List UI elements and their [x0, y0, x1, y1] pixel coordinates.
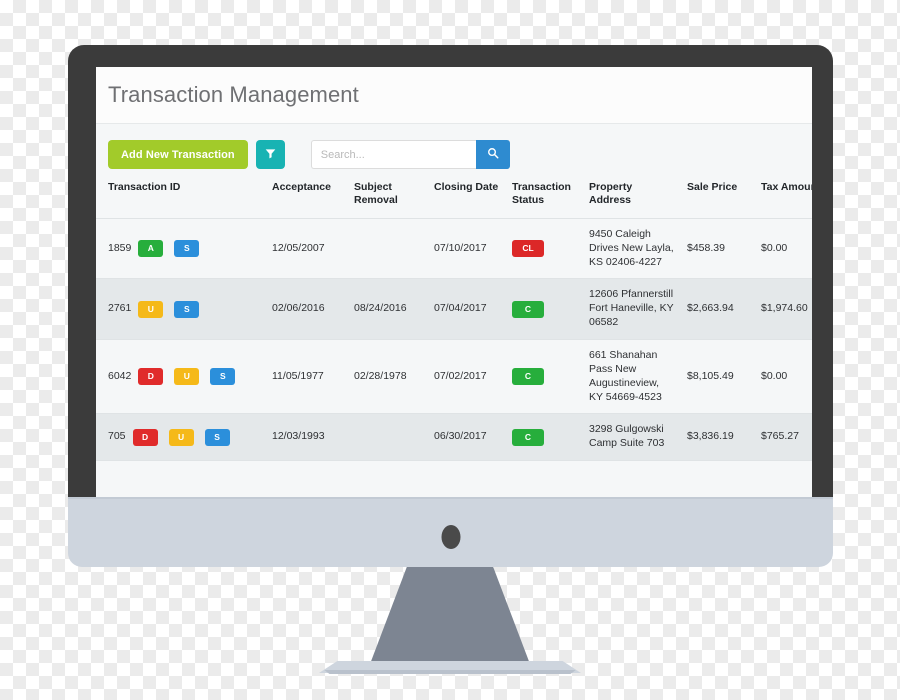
transaction-status-badge: CL	[512, 240, 544, 258]
transaction-id-value: 705	[108, 430, 126, 443]
cell-transaction-status: CL	[506, 218, 583, 280]
transaction-id-group: 705 D U S	[108, 428, 260, 446]
column-header-transaction-id[interactable]: Transaction ID	[96, 179, 266, 219]
transaction-id-group: 1859 A S	[108, 240, 260, 258]
monitor-stand-base-shadow	[324, 670, 576, 674]
monitor-chin	[68, 497, 833, 567]
transaction-status-badge: C	[512, 300, 544, 318]
cell-transaction-id: 705 D U S	[96, 413, 266, 462]
monitor-bezel: Transaction Management Add New Transacti…	[68, 45, 833, 497]
monitor-stand-neck	[370, 567, 530, 664]
transaction-id-group: 2761 U S	[108, 300, 260, 318]
cell-transaction-status: C	[506, 278, 583, 341]
status-badge: D	[138, 368, 164, 386]
table-body: 1859 A S 12/05/2007 07/10/2017 CL 9450 Caleigh…	[96, 218, 812, 462]
cell-subject-removal	[348, 413, 428, 462]
toolbar: Add New Transaction	[96, 124, 812, 179]
cell-transaction-id: 1859 A S	[96, 218, 266, 280]
column-header-sale-price[interactable]: Sale Price	[681, 179, 755, 219]
status-badge: U	[168, 428, 194, 446]
cell-closing-date: 07/04/2017	[428, 278, 506, 341]
cell-sale-price: $8,105.49	[681, 339, 755, 415]
cell-transaction-id: 6042 D U S	[96, 339, 266, 415]
column-header-acceptance[interactable]: Acceptance	[266, 179, 348, 219]
cell-tax-amount: $1,974.60	[755, 278, 812, 341]
cell-acceptance: 12/05/2007	[266, 218, 348, 280]
transaction-id-value: 2761	[108, 302, 132, 315]
table-row[interactable]: 2761 U S 02/06/2016 08/24/2016 07/04/2017 C 126…	[96, 278, 812, 341]
screen: Transaction Management Add New Transacti…	[96, 67, 812, 497]
table-head: Transaction ID Acceptance Subject Remova…	[96, 179, 812, 219]
cell-transaction-id: 2761 U S	[96, 278, 266, 341]
cell-transaction-status: C	[506, 413, 583, 462]
status-badge: S	[174, 300, 200, 318]
cell-transaction-status: C	[506, 339, 583, 415]
transaction-id-group: 6042 D U S	[108, 368, 260, 386]
transaction-id-value: 1859	[108, 241, 132, 254]
transaction-id-value: 6042	[108, 369, 132, 382]
cell-subject-removal: 08/24/2016	[348, 278, 428, 341]
search-input[interactable]	[310, 140, 476, 169]
cell-sale-price: $458.39	[681, 218, 755, 280]
cell-closing-date: 06/30/2017	[428, 413, 506, 462]
search-button[interactable]	[475, 140, 510, 169]
cell-tax-amount: $0.00	[755, 339, 812, 415]
transaction-status-badge: C	[512, 368, 544, 386]
cell-acceptance: 12/03/1993	[266, 413, 348, 462]
column-header-transaction-status[interactable]: Transaction Status	[506, 179, 583, 219]
table-header-row: Transaction ID Acceptance Subject Remova…	[96, 179, 812, 219]
filter-button[interactable]	[255, 140, 285, 169]
chin-highlight	[68, 497, 833, 499]
column-header-tax-amount[interactable]: Tax Amount	[755, 179, 812, 219]
brand-logo-icon	[441, 525, 460, 549]
page-title: Transaction Management	[108, 82, 359, 107]
search-group	[310, 140, 510, 169]
column-header-property-address[interactable]: Property Address	[583, 179, 681, 219]
column-header-closing-date[interactable]: Closing Date	[428, 179, 506, 219]
status-badge: S	[210, 368, 236, 386]
cell-sale-price: $2,663.94	[681, 278, 755, 341]
transactions-table: Transaction ID Acceptance Subject Remova…	[96, 179, 812, 462]
cell-subject-removal: 02/28/1978	[348, 339, 428, 415]
filter-icon	[265, 146, 276, 164]
status-badge: D	[132, 428, 158, 446]
cell-property-address: 9450 Caleigh Drives New Layla, KS 02406-…	[583, 218, 681, 280]
cell-property-address: 12606 Pfannerstill Fort Haneville, KY 06…	[583, 278, 681, 341]
app-header: Transaction Management	[96, 67, 812, 124]
add-new-transaction-button[interactable]: Add New Transaction	[108, 140, 248, 169]
transaction-status-badge: C	[512, 428, 544, 446]
search-icon	[487, 146, 499, 164]
cell-acceptance: 02/06/2016	[266, 278, 348, 341]
cell-subject-removal	[348, 218, 428, 280]
column-header-subject-removal[interactable]: Subject Removal	[348, 179, 428, 219]
cell-sale-price: $3,836.19	[681, 413, 755, 462]
cell-property-address: 3298 Gulgowski Camp Suite 703	[583, 413, 681, 462]
cell-acceptance: 11/05/1977	[266, 339, 348, 415]
status-badge: U	[138, 300, 164, 318]
cell-closing-date: 07/10/2017	[428, 218, 506, 280]
status-badge: U	[174, 368, 200, 386]
table-row[interactable]: 705 D U S 12/03/1993 06/30/2017 C 3298 Gulgowsk…	[96, 413, 812, 462]
cell-tax-amount: $0.00	[755, 218, 812, 280]
status-badge: S	[204, 428, 230, 446]
cell-closing-date: 07/02/2017	[428, 339, 506, 415]
cell-tax-amount: $765.27	[755, 413, 812, 462]
table-row[interactable]: 1859 A S 12/05/2007 07/10/2017 CL 9450 Caleigh…	[96, 218, 812, 280]
status-badge: S	[174, 240, 200, 258]
cell-property-address: 661 Shanahan Pass New Augustineview, KY …	[583, 339, 681, 415]
table-row[interactable]: 6042 D U S 11/05/1977 02/28/1978 07/02/2017 C 66…	[96, 339, 812, 415]
status-badge: A	[138, 240, 164, 258]
